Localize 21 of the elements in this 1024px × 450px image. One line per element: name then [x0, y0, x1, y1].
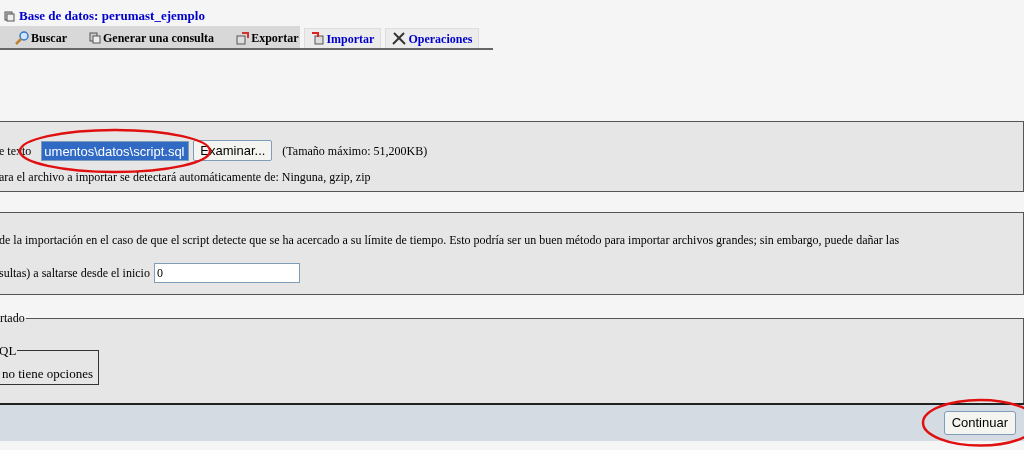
sql-legend: QL: [0, 341, 18, 361]
compression-note: ara el archivo a importar se detectará automáticamente de: Ninguna, gzip, zip: [0, 169, 372, 186]
file-field[interactable]: umentos\datos\script.sql: [41, 140, 190, 161]
tab[interactable]: Operaciones: [385, 28, 480, 48]
skip-queries-field[interactable]: 0: [153, 263, 300, 283]
continue-button[interactable]: Continuar: [943, 411, 1016, 435]
magnifier-icon: [15, 31, 29, 45]
database-icon: [89, 32, 101, 44]
tab[interactable]: Buscar: [13, 28, 69, 48]
format-legend: rtado: [0, 309, 26, 327]
tab[interactable]: Generar una consulta: [87, 28, 217, 48]
tab[interactable]: Importar: [304, 28, 382, 48]
import-icon: [311, 32, 325, 45]
database-title[interactable]: Base de datos: perumast_ejemplo: [19, 6, 205, 26]
partial-import-note: de la importación en el caso de que el script detecte que se ha acercado a su límite de tiempo. Esto podría ser un buen método para importar archivos grandes; sin embargo, puede dañar las: [0, 232, 901, 249]
max-size-text: (Tamaño máximo: 51,200KB): [282, 142, 428, 160]
no-options-text: no tiene opciones: [1, 364, 94, 383]
tab[interactable]: Exportar: [234, 28, 301, 48]
database-icon: [4, 10, 15, 22]
export-icon: [236, 31, 250, 45]
skip-label: sultas) a saltarse desde el inicio: [0, 265, 150, 282]
